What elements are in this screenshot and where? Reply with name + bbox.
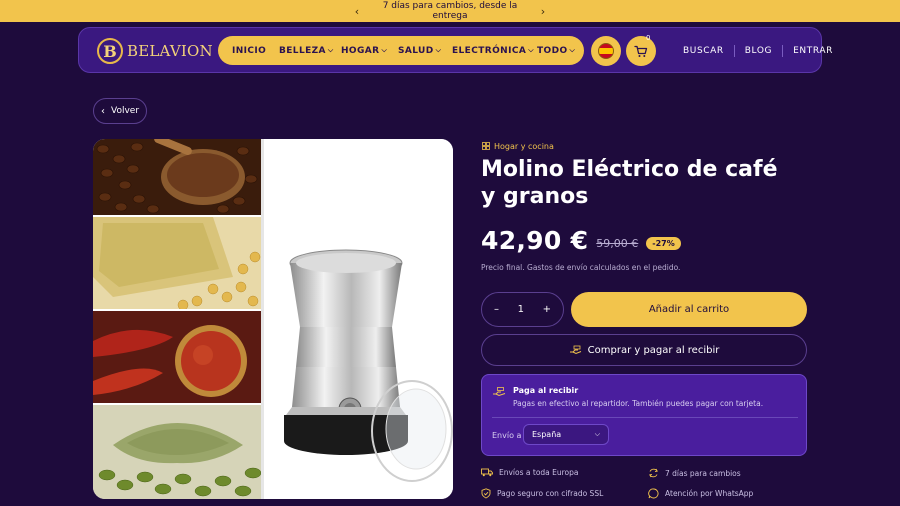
quantity-value[interactable]: 1 xyxy=(518,304,524,315)
buy-now-label: Comprar y pagar al recibir xyxy=(587,344,720,356)
nav-item-inicio[interactable]: INICIO xyxy=(232,46,279,56)
spain-flag-icon xyxy=(598,43,614,59)
chili-image xyxy=(93,311,261,403)
exchange-icon xyxy=(649,468,658,478)
nav-item-belleza[interactable]: BELLEZA ⌵ xyxy=(279,46,341,56)
category-label: Hogar y cocina xyxy=(494,141,554,151)
feature-whatsapp: Atención por WhatsApp xyxy=(648,488,753,499)
quantity-decrease-button[interactable]: – xyxy=(494,304,499,315)
chevron-down-icon: ⌵ xyxy=(569,46,576,54)
cart-count: 0 xyxy=(646,34,651,42)
product-title: Molino Eléctrico de café y granos xyxy=(481,157,778,209)
feature-shipping: Envíos a toda Europa xyxy=(481,468,579,477)
shield-icon xyxy=(481,488,491,499)
brand-logo[interactable]: B BELAVION xyxy=(97,36,213,66)
blog-link[interactable]: BLOG xyxy=(735,46,782,56)
site-header: B BELAVION INICIO BELLEZA ⌵ HOGAR ⌵ SALUD ⌵… xyxy=(78,27,832,73)
grinder-image xyxy=(264,139,453,499)
country-value: España xyxy=(532,430,562,439)
chevron-right-icon[interactable]: › xyxy=(535,5,551,18)
country-select[interactable]: España ⌵ xyxy=(523,424,609,445)
main-nav: INICIO BELLEZA ⌵ HOGAR ⌵ SALUD ⌵ ELECTRÓNIC… xyxy=(218,36,584,65)
ship-to-label: Envío a xyxy=(492,431,522,440)
feature-label: Atención por WhatsApp xyxy=(665,489,754,498)
language-button[interactable] xyxy=(591,36,621,66)
divider xyxy=(492,417,798,418)
feature-label: Envíos a toda Europa xyxy=(499,468,579,477)
feature-label: Pago seguro con cifrado SSL xyxy=(497,489,604,498)
chevron-down-icon: ⌵ xyxy=(594,430,600,438)
hand-money-icon xyxy=(493,387,506,397)
feature-returns: 7 días para cambios xyxy=(648,468,741,478)
brand-name: BELAVION xyxy=(127,42,213,60)
product-image[interactable] xyxy=(93,139,453,499)
feature-secure-payment: Pago seguro con cifrado SSL xyxy=(481,488,603,499)
current-price: 42,90 € xyxy=(481,225,589,255)
nav-item-electronica[interactable]: ELECTRÓNICA ⌵ xyxy=(452,46,537,56)
login-link[interactable]: ENTRAR xyxy=(783,46,843,56)
chevron-down-icon: ⌵ xyxy=(381,46,388,54)
truck-icon xyxy=(481,468,493,477)
grid-icon xyxy=(482,142,490,150)
feature-label: 7 días para cambios xyxy=(665,468,741,478)
product-category[interactable]: Hogar y cocina xyxy=(482,140,554,152)
cart-icon xyxy=(634,45,648,57)
flour-image xyxy=(93,217,261,309)
nav-item-salud[interactable]: SALUD ⌵ xyxy=(398,46,452,56)
chevron-down-icon: ⌵ xyxy=(435,46,442,54)
announcement-message: 7 días para cambios, desde la entrega xyxy=(382,1,518,21)
hand-money-icon xyxy=(569,345,581,355)
buy-now-button[interactable]: Comprar y pagar al recibir xyxy=(481,334,807,366)
cart-button[interactable] xyxy=(626,36,656,66)
header-links: BUSCAR BLOG ENTRAR xyxy=(673,28,843,74)
price-note: Precio final. Gastos de envío calculados… xyxy=(481,263,681,272)
nav-item-todo[interactable]: TODO ⌵ xyxy=(537,46,582,56)
price-row: 42,90 € 59,00 € -27% xyxy=(481,224,681,256)
back-label: Volver xyxy=(110,106,140,116)
add-to-cart-button[interactable]: Añadir al carrito xyxy=(571,292,807,327)
quantity-increase-button[interactable]: + xyxy=(543,304,551,315)
announcement-bar: ‹ 7 días para cambios, desde la entrega … xyxy=(0,0,900,22)
green-powder-image xyxy=(93,405,261,499)
search-link[interactable]: BUSCAR xyxy=(673,46,734,56)
whatsapp-icon xyxy=(648,488,659,499)
coffee-beans-image xyxy=(93,139,261,215)
quantity-stepper: – 1 + xyxy=(481,292,564,327)
logo-mark: B xyxy=(97,38,123,64)
cod-heading: Paga al recibir xyxy=(513,386,579,395)
chevron-down-icon: ⌵ xyxy=(528,46,534,54)
cod-description: Pagas en efectivo al repartidor. También… xyxy=(513,399,764,408)
chevron-left-icon: ‹ xyxy=(100,105,105,117)
chevron-left-icon[interactable]: ‹ xyxy=(349,5,365,18)
nav-item-hogar[interactable]: HOGAR ⌵ xyxy=(341,46,398,56)
cash-on-delivery-panel: Paga al recibir Pagas en efectivo al rep… xyxy=(481,374,807,456)
back-button[interactable]: ‹ Volver xyxy=(93,98,147,124)
discount-badge: -27% xyxy=(646,236,681,250)
chevron-down-icon: ⌵ xyxy=(327,46,334,54)
old-price: 59,00 € xyxy=(596,236,639,250)
